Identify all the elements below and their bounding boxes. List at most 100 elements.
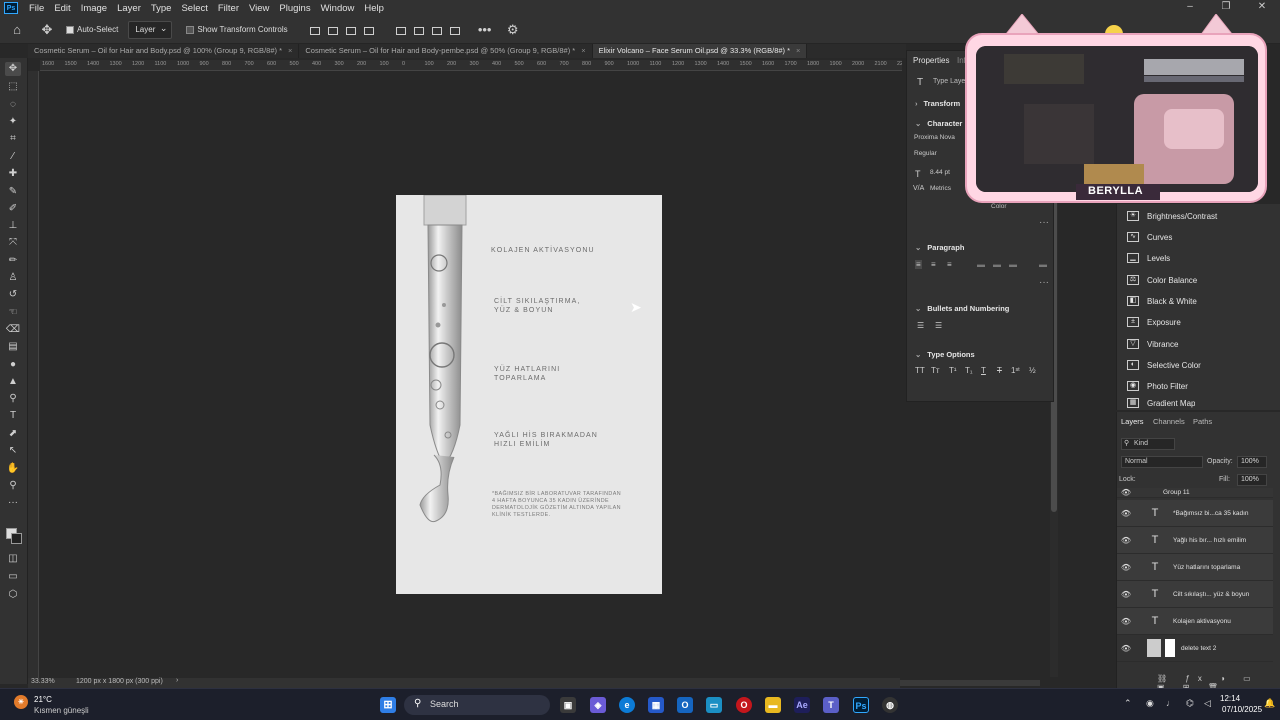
photoshop-taskbar-icon[interactable]: Ps	[853, 697, 869, 713]
layer-row[interactable]: 👁 T Kolajen aktivasyonu	[1117, 608, 1273, 635]
teams-icon[interactable]: T	[823, 697, 839, 713]
opera-icon[interactable]: O	[736, 697, 752, 713]
subscript-icon[interactable]: T₁	[965, 366, 973, 375]
more-options-icon[interactable]: •••	[476, 21, 494, 39]
gradient-tool-icon[interactable]: ▤	[5, 340, 21, 354]
close-tab-icon[interactable]: ×	[288, 46, 292, 55]
tray-app-icon[interactable]: ◉	[1146, 698, 1154, 709]
align-bottom-icon[interactable]	[429, 22, 445, 38]
ordinals-icon[interactable]: 1ˢᵗ	[1011, 366, 1020, 375]
healing-brush-icon[interactable]: ✚	[5, 167, 21, 181]
menu-view[interactable]: View	[244, 3, 274, 14]
superscript-icon[interactable]: T¹	[949, 366, 957, 375]
document-size[interactable]: 1200 px x 1800 px (300 ppi)	[76, 678, 163, 685]
menu-edit[interactable]: Edit	[49, 3, 75, 14]
align-center-icon[interactable]	[325, 22, 341, 38]
justify-right-icon[interactable]: ▬	[1009, 260, 1017, 269]
menu-plugins[interactable]: Plugins	[274, 3, 315, 14]
zoom-tool-icon[interactable]: ⚲	[5, 479, 21, 493]
lasso-tool-icon[interactable]: ◌	[5, 98, 21, 112]
align-left-icon[interactable]	[307, 22, 323, 38]
all-caps-icon[interactable]: TT	[915, 366, 925, 375]
more-options-icon[interactable]: ···	[1039, 217, 1049, 228]
justify-left-icon[interactable]: ▬	[977, 260, 985, 269]
pencil-tool-icon[interactable]: ✏	[5, 254, 21, 268]
after-effects-icon[interactable]: Ae	[794, 697, 810, 713]
share-icon[interactable]: ⬡	[5, 588, 21, 602]
tab-document-3[interactable]: Elixir Volcano – Face Serum Oil.psd @ 33…	[592, 44, 808, 58]
opacity-field[interactable]: 100%	[1237, 456, 1267, 468]
hand-tool-icon[interactable]: ✋	[5, 462, 21, 476]
tab-document-2[interactable]: Cosmetic Serum – Oil for Hair and Body-p…	[299, 44, 593, 58]
app-icon[interactable]: ◍	[882, 697, 898, 713]
auto-select-checkbox[interactable]: Auto-Select	[66, 25, 118, 34]
small-caps-icon[interactable]: Tт	[931, 366, 940, 375]
show-transform-checkbox[interactable]: Show Transform Controls	[186, 25, 288, 34]
dodge-tool-icon[interactable]: ▲	[5, 375, 21, 389]
section-character[interactable]: Character	[915, 119, 962, 128]
align-top-icon[interactable]	[393, 22, 409, 38]
adjustment-photo-filter[interactable]: ◉ Photo Filter	[1127, 377, 1188, 395]
underline-icon[interactable]: T	[981, 366, 986, 375]
tab-document-1[interactable]: Cosmetic Serum – Oil for Hair and Body.p…	[28, 44, 300, 58]
adjustment-brightness-contrast[interactable]: ☀ Brightness/Contrast	[1127, 207, 1217, 225]
history-brush-icon[interactable]: ↺	[5, 288, 21, 302]
screen-mode-icon[interactable]: ▭	[5, 570, 21, 584]
task-view-icon[interactable]: ▣	[560, 697, 576, 713]
magic-wand-icon[interactable]: ✦	[5, 115, 21, 129]
tab-channels[interactable]: Channels	[1153, 417, 1185, 426]
crop-tool-icon[interactable]: ⌗	[5, 132, 21, 146]
more-tools-icon[interactable]: ···	[5, 496, 21, 510]
eye-icon[interactable]: 👁	[1117, 488, 1135, 497]
layer-row[interactable]: 👁 T *Bağımsız bi...ca 35 kadın	[1117, 500, 1273, 527]
quick-mask-icon[interactable]: ◫	[5, 552, 21, 566]
menu-image[interactable]: Image	[76, 3, 112, 14]
adjustment-selective-color[interactable]: ◐ Selective Color	[1127, 356, 1201, 374]
tray-chevron-icon[interactable]: ⌃	[1124, 698, 1132, 709]
clock-date[interactable]: 07/10/2025	[1222, 705, 1262, 714]
adjustment-levels[interactable]: ▁ Levels	[1127, 249, 1170, 267]
layer-row[interactable]: 👁 T Yağlı his bır... hızlı emilim	[1117, 527, 1273, 554]
microphone-icon[interactable]: ♩	[1166, 698, 1175, 708]
layer-select-dropdown[interactable]: Layer	[128, 20, 173, 39]
search-box[interactable]: ⚲ Search	[404, 695, 550, 715]
stamp-tool-icon[interactable]: ⊥	[5, 219, 21, 233]
monitor-app-icon[interactable]: ▭	[706, 697, 722, 713]
home-icon[interactable]: ⌂	[8, 21, 26, 39]
eye-icon[interactable]: 👁	[1117, 644, 1135, 653]
weather-icon[interactable]: ☀	[14, 695, 28, 709]
tab-paths[interactable]: Paths	[1193, 417, 1212, 426]
gear-icon[interactable]: ⚙	[504, 21, 522, 39]
fractions-icon[interactable]: ½	[1029, 366, 1036, 375]
transform-tool-icon[interactable]: ⤧	[5, 236, 21, 250]
section-paragraph[interactable]: Paragraph	[915, 243, 964, 252]
move-tool-icon[interactable]: ✥	[5, 62, 21, 76]
brush-tool-icon[interactable]: ✎	[5, 185, 21, 199]
distribute-icon[interactable]	[361, 22, 377, 38]
menu-select[interactable]: Select	[176, 3, 212, 14]
align-right-text-icon[interactable]: ≡	[947, 260, 952, 269]
blur-tool-icon[interactable]: ●	[5, 358, 21, 372]
font-size-field[interactable]: 8.44 pt	[927, 168, 967, 180]
eyedropper-icon[interactable]: ⁄	[5, 150, 21, 164]
blend-mode-select[interactable]: Normal	[1121, 456, 1203, 468]
eye-icon[interactable]: 👁	[1117, 536, 1135, 545]
layer-row[interactable]: 👁 T Yüz hatlarını toparlama	[1117, 554, 1273, 581]
menu-layer[interactable]: Layer	[112, 3, 146, 14]
adjustment-color-balance[interactable]: ⚖ Color Balance	[1127, 271, 1197, 289]
justify-center-icon[interactable]: ▬	[993, 260, 1001, 269]
tab-properties[interactable]: Properties	[913, 56, 949, 65]
path-selection-icon[interactable]: ⬈	[5, 427, 21, 441]
layer-row[interactable]: 👁 T Cilt sıkılaştı... yüz & boyun	[1117, 581, 1273, 608]
windows-start-icon[interactable]: ⊞	[380, 697, 396, 713]
section-type-options[interactable]: Type Options	[915, 350, 974, 359]
store-icon[interactable]: ▦	[648, 697, 664, 713]
marquee-tool-icon[interactable]: ⬚	[5, 80, 21, 94]
direct-selection-icon[interactable]: ↖	[5, 444, 21, 458]
section-bullets[interactable]: Bullets and Numbering	[915, 304, 1009, 313]
type-tool-icon[interactable]: T	[5, 409, 21, 423]
kerning-field[interactable]: Metrics	[927, 184, 967, 196]
clock-time[interactable]: 12:14	[1220, 694, 1240, 703]
font-family-field[interactable]: Proxima Nova	[911, 133, 967, 145]
layer-group[interactable]: 👁 Group 11	[1117, 488, 1273, 498]
